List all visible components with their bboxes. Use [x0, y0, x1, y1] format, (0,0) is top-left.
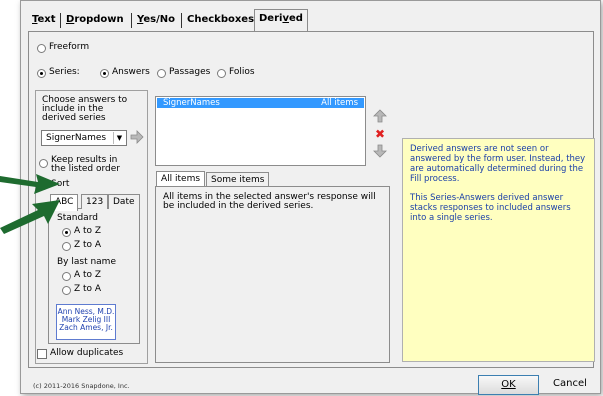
tab-text[interactable]: Text [28, 11, 60, 31]
example-name: Zach Ames, Jr. [59, 323, 113, 332]
choose-answers-label: Choose answers to include in the derived… [42, 95, 128, 123]
passages-label: Passages [169, 67, 211, 77]
standard-a-to-z-radio[interactable] [62, 228, 71, 237]
derived-tab-panel: Freeform Series: Answers Passages Folios… [28, 31, 595, 368]
pointer-arrow-icon [0, 200, 60, 234]
info-paragraph-1: Derived answers are not seen or answered… [410, 144, 586, 184]
info-paragraph-2: This Series-Answers derived answer stack… [410, 193, 571, 223]
add-arrow-icon[interactable] [129, 130, 145, 146]
standard-a-to-z-label: A to Z [74, 226, 102, 236]
sort-example-box: Ann Ness, M.D. Mark Zelig III Zach Ames,… [56, 304, 116, 340]
lastname-z-to-a-label: Z to A [74, 284, 102, 294]
answer-select-combo[interactable]: SignerNames ▼ [41, 130, 127, 146]
derived-answer-dialog: Text Dropdown Yes/No Checkboxes Derived … [20, 0, 601, 395]
freeform-label: Freeform [49, 42, 90, 52]
tab-derived[interactable]: Derived [254, 9, 308, 32]
answers-label: Answers [112, 67, 150, 77]
chevron-down-icon[interactable]: ▼ [113, 132, 125, 144]
move-down-icon[interactable] [372, 144, 388, 160]
move-up-icon[interactable] [372, 109, 388, 125]
answers-radio[interactable] [100, 69, 109, 78]
allow-duplicates-checkbox[interactable] [37, 349, 47, 359]
standard-z-to-a-radio[interactable] [62, 242, 71, 251]
allow-duplicates-label: Allow duplicates [50, 348, 124, 358]
lastname-a-to-z-radio[interactable] [62, 272, 71, 281]
tab-some-items[interactable]: Some items [206, 172, 270, 187]
cancel-button[interactable]: Cancel [544, 375, 596, 395]
tab-date[interactable]: Date [108, 194, 140, 209]
tab-divider [60, 13, 61, 28]
pointer-arrow-icon [0, 174, 60, 194]
items-description: All items in the selected answer's respo… [163, 192, 376, 211]
copyright-text: (c) 2011-2016 Snapdone, Inc. [33, 382, 130, 390]
tab-123[interactable]: 123 [81, 194, 109, 209]
keep-order-radio[interactable] [39, 159, 48, 168]
list-item[interactable]: SignerNames All items [157, 98, 364, 108]
tab-divider [181, 13, 182, 28]
lastname-a-to-z-label: A to Z [74, 270, 102, 280]
info-help-box: Derived answers are not seen or answered… [402, 138, 595, 362]
included-answers-list[interactable]: SignerNames All items [155, 96, 366, 166]
tab-dropdown[interactable]: Dropdown [62, 11, 128, 31]
standard-z-to-a-label: Z to A [74, 240, 102, 250]
passages-radio[interactable] [157, 69, 166, 78]
keep-order-label: Keep results in the listed order [51, 155, 120, 174]
freeform-radio[interactable] [37, 44, 46, 53]
folios-radio[interactable] [217, 69, 226, 78]
by-last-name-label: By last name [57, 257, 116, 267]
ok-button[interactable]: OK [478, 375, 539, 395]
series-radio[interactable] [37, 69, 46, 78]
tab-checkboxes[interactable]: Checkboxes [183, 11, 258, 31]
standard-label: Standard [57, 213, 98, 223]
series-label: Series: [49, 67, 80, 77]
delete-icon[interactable]: ✖ [372, 126, 388, 142]
tab-yes-no[interactable]: Yes/No [133, 11, 179, 31]
lastname-z-to-a-radio[interactable] [62, 286, 71, 295]
tab-all-items[interactable]: All items [156, 171, 206, 187]
folios-label: Folios [229, 67, 255, 77]
tab-divider [131, 13, 132, 28]
items-panel: All items in the selected answer's respo… [155, 186, 390, 363]
